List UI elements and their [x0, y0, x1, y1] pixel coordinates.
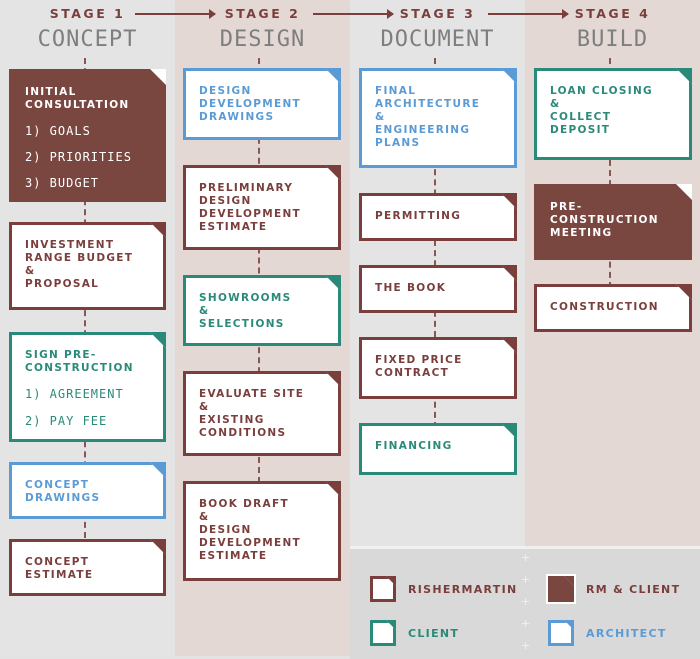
legend-label: CLIENT	[408, 626, 460, 640]
card-showrooms-selections: SHOWROOMS & SELECTIONS	[183, 275, 341, 346]
card-title: INITIAL CONSULTATION	[25, 86, 130, 111]
card-title: BOOK DRAFT & DESIGN DEVELOPMENT ESTIMATE	[199, 498, 301, 562]
card-design-development-drawings: DESIGN DEVELOPMENT DRAWINGS	[183, 68, 341, 140]
card-item: 1) AGREEMENT	[25, 387, 124, 401]
page-fold-icon	[325, 165, 341, 181]
stage-3-name: DOCUMENT	[380, 27, 495, 52]
page-fold-icon	[501, 265, 517, 281]
page-fold-icon	[150, 462, 166, 478]
card-title: PERMITTING	[375, 210, 462, 222]
page-fold-icon	[150, 222, 166, 238]
card-pre-construction-meeting: PRE- CONSTRUCTION MEETING	[534, 184, 692, 260]
card-title: FINAL ARCHITECTURE & ENGINEERING PLANS	[375, 85, 481, 149]
stage-1-column: STAGE 1 CONCEPT INITIAL CONSULTATION 1) …	[0, 0, 175, 656]
page-fold-icon	[325, 68, 341, 84]
document-icon	[370, 620, 396, 646]
card-construction: CONSTRUCTION	[534, 284, 692, 332]
stage-1-name: CONCEPT	[37, 27, 138, 52]
card-item: 3) BUDGET	[25, 176, 100, 190]
document-icon	[370, 576, 396, 602]
document-icon	[548, 620, 574, 646]
card-concept-estimate: CONCEPT ESTIMATE	[9, 539, 166, 596]
stage-2-name: DESIGN	[219, 27, 306, 52]
card-financing: FINANCING	[359, 423, 517, 475]
legend-item-client: CLIENT	[370, 620, 459, 646]
card-title: EVALUATE SITE & EXISTING CONDITIONS	[199, 388, 305, 439]
card-item: 2) PRIORITIES	[25, 150, 132, 164]
card-title: SHOWROOMS & SELECTIONS	[199, 292, 292, 330]
card-title: INVESTMENT RANGE BUDGET & PROPOSAL	[25, 239, 134, 290]
card-title: CONCEPT DRAWINGS	[25, 479, 101, 504]
legend-divider-plus: +	[521, 617, 531, 630]
legend-divider-plus: +	[521, 551, 531, 564]
page-fold-icon	[501, 68, 517, 84]
card-title: DESIGN DEVELOPMENT DRAWINGS	[199, 85, 301, 123]
legend-label: ARCHITECT	[586, 626, 667, 640]
legend-item-rm-client: RM & CLIENT	[546, 574, 681, 604]
page-fold-icon	[501, 193, 517, 209]
legend-label: RISHERMARTIN	[408, 582, 518, 596]
card-the-book: THE BOOK	[359, 265, 517, 313]
arrow-stage2-to-stage3	[313, 9, 394, 19]
card-permitting: PERMITTING	[359, 193, 517, 241]
arrow-stage3-to-stage4	[488, 9, 569, 19]
legend-divider-plus: +	[521, 639, 531, 652]
card-book-draft: BOOK DRAFT & DESIGN DEVELOPMENT ESTIMATE	[183, 481, 341, 581]
card-item: 2) PAY FEE	[25, 414, 108, 428]
legend-label: RM & CLIENT	[586, 582, 681, 596]
legend-item-rishermartin: RISHERMARTIN	[370, 576, 518, 602]
legend-item-architect: ARCHITECT	[548, 620, 667, 646]
card-title: FINANCING	[375, 440, 453, 452]
card-title: THE BOOK	[375, 282, 447, 294]
page-fold-icon	[501, 423, 517, 439]
legend-divider-plus: +	[521, 595, 531, 608]
card-fixed-price-contract: FIXED PRICE CONTRACT	[359, 337, 517, 399]
page-fold-icon	[676, 68, 692, 84]
card-evaluate-site: EVALUATE SITE & EXISTING CONDITIONS	[183, 371, 341, 456]
card-final-architecture: FINAL ARCHITECTURE & ENGINEERING PLANS	[359, 68, 517, 168]
stage-2-column: STAGE 2 DESIGN DESIGN DEVELOPMENT DRAWIN…	[175, 0, 350, 656]
page-fold-icon	[150, 332, 166, 348]
card-title: PRELIMINARY DESIGN DEVELOPMENT ESTIMATE	[199, 182, 301, 233]
page-fold-icon	[325, 275, 341, 291]
card-title: FIXED PRICE CONTRACT	[375, 354, 463, 379]
card-initial-consultation: INITIAL CONSULTATION 1) GOALS 2) PRIORIT…	[9, 69, 166, 202]
card-title: LOAN CLOSING & COLLECT DEPOSIT	[550, 85, 653, 136]
page-fold-icon	[676, 284, 692, 300]
page-fold-icon	[150, 539, 166, 555]
card-title: CONCEPT ESTIMATE	[25, 556, 94, 581]
card-loan-closing: LOAN CLOSING & COLLECT DEPOSIT	[534, 68, 692, 160]
page-fold-icon	[325, 481, 341, 497]
card-title: PRE- CONSTRUCTION MEETING	[550, 201, 659, 239]
page-fold-icon	[501, 337, 517, 353]
card-investment-range-budget: INVESTMENT RANGE BUDGET & PROPOSAL	[9, 222, 166, 310]
stage-4-name: BUILD	[576, 27, 649, 52]
card-item: 1) GOALS	[25, 124, 91, 138]
card-title: CONSTRUCTION	[550, 301, 659, 313]
card-concept-drawings: CONCEPT DRAWINGS	[9, 462, 166, 519]
card-preliminary-estimate: PRELIMINARY DESIGN DEVELOPMENT ESTIMATE	[183, 165, 341, 250]
page-fold-icon	[325, 371, 341, 387]
document-filled-icon	[546, 574, 576, 604]
card-sign-pre-construction: SIGN PRE- CONSTRUCTION 1) AGREEMENT 2) P…	[9, 332, 166, 442]
arrow-stage1-to-stage2	[135, 9, 216, 19]
legend-divider-plus: +	[521, 573, 531, 586]
card-title: SIGN PRE- CONSTRUCTION	[25, 349, 134, 374]
